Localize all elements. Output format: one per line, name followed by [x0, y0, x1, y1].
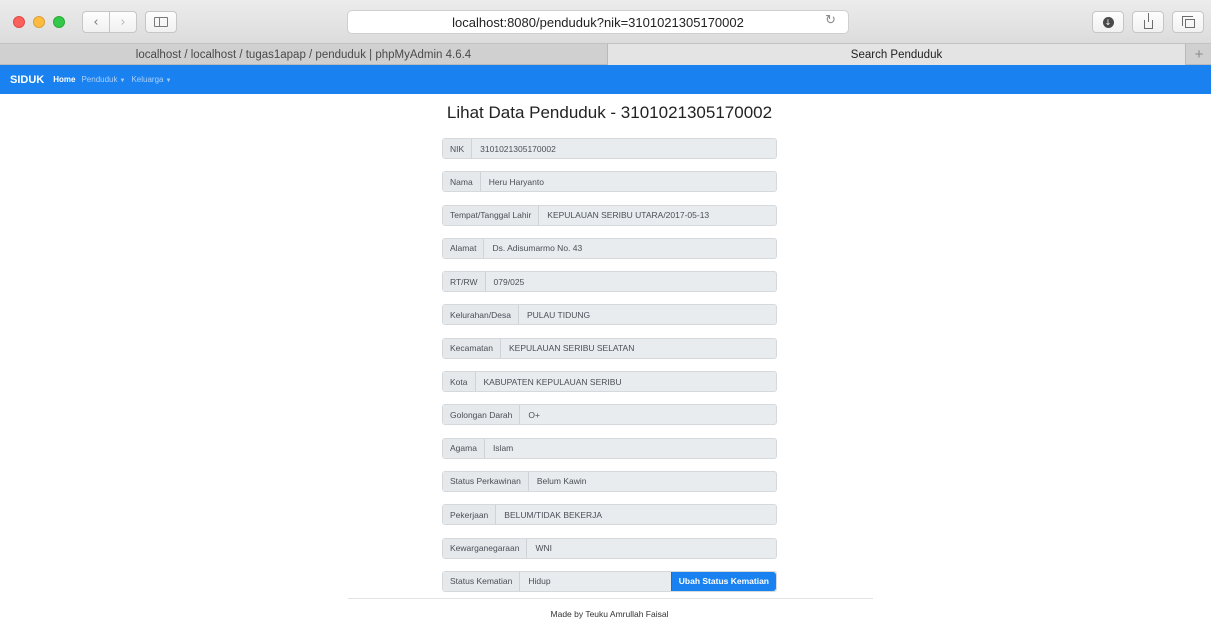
field-nik: NIK 3101021305170002 [442, 138, 777, 159]
tab-search-penduduk[interactable]: Search Penduduk [608, 44, 1186, 65]
field-kota: Kota KABUPATEN KEPULAUAN SERIBU [442, 371, 777, 393]
penduduk-detail-list: NIK 3101021305170002 Nama Heru Haryanto … [442, 138, 777, 604]
field-value: KEPULAUAN SERIBU SELATAN [509, 343, 635, 354]
field-label: Tempat/Tanggal Lahir [443, 205, 540, 225]
nav-keluarga-label: Keluarga [131, 75, 164, 84]
reload-icon[interactable]: ↻ [825, 13, 836, 28]
field-label: RT/RW [443, 272, 486, 292]
caret-down-icon: ▼ [165, 78, 172, 84]
field-value: WNI [535, 543, 553, 554]
field-value: Ds. Adisumarmo No. 43 [492, 243, 583, 254]
field-value: O+ [528, 409, 540, 420]
show-tabs-button[interactable] [1172, 11, 1204, 33]
nav-home[interactable]: Home [53, 75, 75, 84]
browser-toolbar: ‹ › localhost:8080/penduduk?nik=31010213… [0, 0, 1211, 44]
field-label: Alamat [443, 238, 485, 258]
footer-divider [348, 598, 873, 599]
address-url: localhost:8080/penduduk?nik=310102130517… [452, 14, 744, 30]
minimize-window-button[interactable] [33, 16, 45, 28]
sidebar-icon [154, 17, 168, 27]
field-golongan-darah: Golongan Darah O+ [442, 404, 777, 426]
download-icon: ↓ [1102, 16, 1114, 28]
chevron-right-icon: › [120, 14, 126, 30]
field-value: PULAU TIDUNG [526, 309, 591, 320]
field-value: KEPULAUAN SERIBU UTARA/2017-05-13 [547, 210, 710, 221]
field-kewarganegaraan: Kewarganegaraan WNI [442, 537, 777, 559]
field-label: Status Perkawinan [443, 471, 529, 491]
nav-keluarga-dropdown[interactable]: Keluarga ▼ [131, 75, 171, 84]
tab-phpmyadmin[interactable]: localhost / localhost / tugas1apap / pen… [0, 44, 608, 65]
field-value: BELUM/TIDAK BEKERJA [504, 509, 603, 520]
field-label: NIK [443, 139, 473, 158]
page-title: Lihat Data Penduduk - 3101021305170002 [446, 103, 773, 122]
field-status-kematian: Status Kematian Hidup Ubah Status Kemati… [442, 570, 777, 592]
close-window-button[interactable] [13, 16, 25, 28]
zoom-window-button[interactable] [53, 16, 65, 28]
ubah-status-kematian-button[interactable]: Ubah Status Kematian [670, 571, 776, 591]
field-label: Kecamatan [443, 338, 501, 358]
field-nama: Nama Heru Haryanto [442, 171, 777, 193]
footer-credit: Made by Teuku Amrullah Faisal [550, 609, 669, 619]
tab-bar: localhost / localhost / tugas1apap / pen… [0, 44, 1211, 65]
field-value: Hidup [528, 576, 551, 587]
field-alamat: Alamat Ds. Adisumarmo No. 43 [442, 237, 777, 259]
field-label: Kota [443, 372, 476, 392]
field-value: KABUPATEN KEPULAUAN SERIBU [483, 376, 622, 387]
downloads-button[interactable]: ↓ [1092, 11, 1124, 33]
nav-penduduk-dropdown[interactable]: Penduduk ▼ [81, 75, 125, 84]
field-pekerjaan: Pekerjaan BELUM/TIDAK BEKERJA [442, 504, 777, 526]
back-button[interactable]: ‹ [82, 11, 110, 33]
field-label: Kewarganegaraan [443, 538, 528, 558]
field-value: Islam [492, 443, 514, 454]
field-kecamatan: Kecamatan KEPULAUAN SERIBU SELATAN [442, 337, 777, 359]
forward-button[interactable]: › [109, 11, 137, 33]
navbar-brand[interactable]: SIDUK [10, 74, 44, 86]
field-label: Status Kematian [443, 571, 521, 591]
share-button[interactable] [1132, 11, 1164, 33]
nav-penduduk-label: Penduduk [81, 75, 118, 84]
caret-down-icon: ▼ [119, 78, 126, 84]
field-status-perkawinan: Status Perkawinan Belum Kawin [442, 470, 777, 492]
tabs-overview-icon [1181, 16, 1195, 28]
field-label: Kelurahan/Desa [443, 305, 519, 325]
new-tab-button[interactable]: + [1187, 44, 1211, 65]
app-navbar: SIDUK Home Penduduk ▼ Keluarga ▼ [0, 65, 1211, 94]
sidebar-toggle-button[interactable] [145, 11, 177, 33]
field-label: Pekerjaan [443, 505, 497, 525]
share-icon [1143, 12, 1153, 29]
field-value: 079/025 [493, 276, 525, 287]
field-label: Golongan Darah [443, 405, 521, 425]
field-rt-rw: RT/RW 079/025 [442, 271, 777, 293]
field-value: Heru Haryanto [488, 176, 544, 187]
field-label: Nama [443, 172, 481, 192]
field-agama: Agama Islam [442, 437, 777, 459]
address-bar[interactable]: localhost:8080/penduduk?nik=310102130517… [347, 10, 849, 34]
field-label: Agama [443, 438, 485, 458]
field-value: 3101021305170002 [480, 143, 556, 154]
chevron-left-icon: ‹ [93, 14, 99, 30]
field-kelurahan-desa: Kelurahan/Desa PULAU TIDUNG [442, 304, 777, 326]
field-tempat-tanggal-lahir: Tempat/Tanggal Lahir KEPULAUAN SERIBU UT… [442, 204, 777, 226]
field-value: Belum Kawin [536, 476, 587, 487]
